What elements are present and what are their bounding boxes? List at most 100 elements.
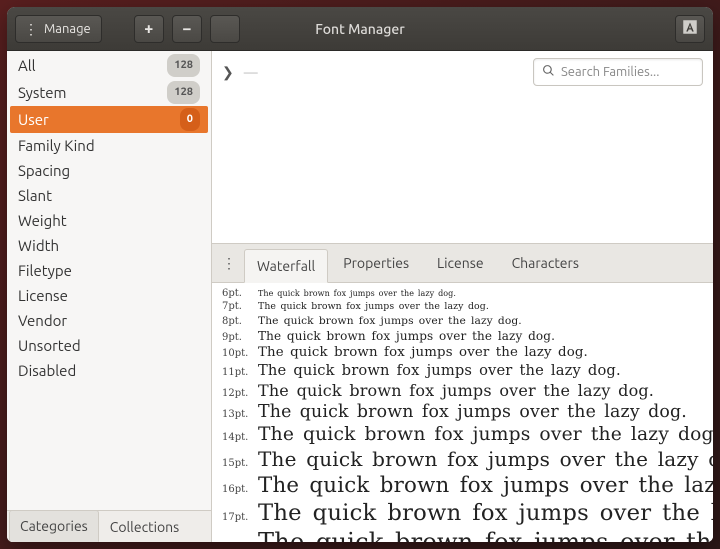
sidebar-tabs: CategoriesCollections bbox=[7, 510, 211, 542]
category-label: Spacing bbox=[18, 160, 70, 181]
waterfall-row: 10pt.The quick brown fox jumps over the … bbox=[212, 344, 713, 361]
waterfall-size-label: 7pt. bbox=[222, 301, 258, 312]
category-item[interactable]: Weight bbox=[10, 208, 208, 233]
remove-button[interactable]: − bbox=[172, 15, 202, 43]
waterfall-row: 12pt.The quick brown fox jumps over the … bbox=[212, 380, 713, 401]
waterfall-row: 7pt.The quick brown fox jumps over the l… bbox=[212, 300, 713, 313]
app-window: ⋮ Manage + − Font Manager bbox=[7, 7, 713, 542]
search-input[interactable] bbox=[561, 65, 713, 79]
category-item[interactable]: User 0 bbox=[10, 106, 208, 133]
category-label: All bbox=[18, 55, 36, 76]
manage-button[interactable]: ⋮ Manage bbox=[15, 15, 102, 43]
preview-tab[interactable]: Properties bbox=[330, 244, 422, 282]
waterfall-sample-text: The quick brown fox jumps over the lazy … bbox=[258, 329, 555, 343]
waterfall-sample-text: The quick brown fox jumps over the lazy … bbox=[258, 528, 713, 542]
category-list: All 128 System 128 User 0 Family Kind Spacing Sl… bbox=[7, 51, 211, 510]
waterfall-row: 6pt.The quick brown fox jumps over the l… bbox=[212, 287, 713, 300]
category-item[interactable]: Disabled bbox=[10, 358, 208, 383]
font-a-icon bbox=[681, 18, 699, 40]
titlebar: ⋮ Manage + − Font Manager bbox=[7, 7, 713, 51]
category-item[interactable]: All 128 bbox=[10, 52, 208, 79]
waterfall-row: 13pt.The quick brown fox jumps over the … bbox=[212, 401, 713, 423]
category-label: License bbox=[18, 285, 68, 306]
waterfall-size-label: 12pt. bbox=[222, 388, 258, 399]
category-label: Vendor bbox=[18, 310, 67, 331]
category-label: Slant bbox=[18, 185, 52, 206]
waterfall-size-label: 10pt. bbox=[222, 348, 258, 359]
waterfall-sample-text: The quick brown fox jumps over the lazy … bbox=[258, 345, 588, 360]
category-item[interactable]: Width bbox=[10, 233, 208, 258]
titlebar-right bbox=[675, 15, 705, 43]
toolbar-group: + − bbox=[134, 15, 240, 43]
search-field[interactable] bbox=[533, 58, 703, 86]
category-item[interactable]: Spacing bbox=[10, 158, 208, 183]
waterfall-row: 16pt.The quick brown fox jumps over the … bbox=[212, 472, 713, 499]
category-label: User bbox=[18, 109, 49, 130]
preview-tab[interactable]: Waterfall bbox=[244, 249, 328, 283]
category-item[interactable]: Family Kind bbox=[10, 133, 208, 158]
waterfall-row: 14pt.The quick brown fox jumps over the … bbox=[212, 423, 713, 446]
grip-icon[interactable]: ⋮ bbox=[220, 244, 238, 282]
add-button[interactable]: + bbox=[134, 15, 164, 43]
category-item[interactable]: Unsorted bbox=[10, 333, 208, 358]
preview-tabbar: ⋮ WaterfallPropertiesLicenseCharacters bbox=[212, 243, 713, 283]
category-label: System bbox=[18, 82, 67, 103]
category-label: Family Kind bbox=[18, 135, 95, 156]
waterfall-sample-text: The quick brown fox jumps over the lazy … bbox=[258, 500, 713, 526]
waterfall-sample-text: The quick brown fox jumps over the lazy … bbox=[258, 381, 654, 400]
menu-icon: ⋮ bbox=[24, 22, 38, 36]
waterfall-size-label: 15pt. bbox=[222, 458, 258, 469]
waterfall-size-label: 11pt. bbox=[222, 367, 258, 378]
content-area: All 128 System 128 User 0 Family Kind Spacing Sl… bbox=[7, 51, 713, 542]
font-preview-button[interactable] bbox=[675, 15, 705, 43]
breadcrumb-placeholder: — bbox=[244, 64, 258, 80]
waterfall-row: 9pt.The quick brown fox jumps over the l… bbox=[212, 328, 713, 344]
waterfall-size-label: 6pt. bbox=[222, 288, 258, 299]
waterfall-sample-text: The quick brown fox jumps over the lazy … bbox=[258, 473, 713, 498]
family-view-empty bbox=[212, 93, 713, 243]
category-count-badge: 128 bbox=[167, 81, 200, 104]
category-item[interactable]: System 128 bbox=[10, 79, 208, 106]
category-item[interactable]: License bbox=[10, 283, 208, 308]
browser-bar: ❯ — bbox=[212, 51, 713, 93]
waterfall-sample-text: The quick brown fox jumps over the lazy … bbox=[258, 402, 687, 422]
waterfall-row: 17pt.The quick brown fox jumps over the … bbox=[212, 499, 713, 527]
category-label: Unsorted bbox=[18, 335, 81, 356]
waterfall-size-label: 8pt. bbox=[222, 316, 258, 327]
search-icon bbox=[542, 63, 555, 81]
category-label: Weight bbox=[18, 210, 67, 231]
category-item[interactable]: Filetype bbox=[10, 258, 208, 283]
waterfall-sample-text: The quick brown fox jumps over the lazy … bbox=[258, 314, 522, 327]
sidebar-tab[interactable]: Categories bbox=[9, 510, 99, 542]
category-item[interactable]: Vendor bbox=[10, 308, 208, 333]
waterfall-row: 18pt.The quick brown fox jumps over the … bbox=[212, 527, 713, 542]
waterfall-row: 8pt.The quick brown fox jumps over the l… bbox=[212, 313, 713, 328]
plus-icon: + bbox=[144, 20, 153, 38]
preview-tab[interactable]: Characters bbox=[499, 244, 592, 282]
category-item[interactable]: Slant bbox=[10, 183, 208, 208]
category-label: Filetype bbox=[18, 260, 72, 281]
settings-button[interactable] bbox=[210, 15, 240, 43]
sidebar-tab[interactable]: Collections bbox=[99, 511, 191, 542]
waterfall-size-label: 14pt. bbox=[222, 432, 258, 443]
waterfall-size-label: 16pt. bbox=[222, 484, 258, 495]
category-count-badge: 0 bbox=[180, 108, 200, 131]
category-count-badge: 128 bbox=[167, 54, 200, 77]
breadcrumb-expand[interactable]: ❯ bbox=[222, 64, 234, 81]
category-label: Width bbox=[18, 235, 59, 256]
main-pane: ❯ — ⋮ WaterfallPropertiesLicenseCharacte… bbox=[212, 51, 713, 542]
preview-tab[interactable]: License bbox=[424, 244, 497, 282]
waterfall-view: 6pt.The quick brown fox jumps over the l… bbox=[212, 283, 713, 542]
waterfall-sample-text: The quick brown fox jumps over the lazy … bbox=[258, 447, 713, 471]
waterfall-size-label: 17pt. bbox=[222, 512, 258, 523]
waterfall-row: 15pt.The quick brown fox jumps over the … bbox=[212, 446, 713, 472]
waterfall-sample-text: The quick brown fox jumps over the lazy … bbox=[258, 424, 713, 445]
window-title: Font Manager bbox=[315, 21, 405, 37]
waterfall-size-label: 13pt. bbox=[222, 409, 258, 420]
waterfall-size-label: 9pt. bbox=[222, 332, 258, 343]
category-label: Disabled bbox=[18, 360, 76, 381]
manage-label: Manage bbox=[44, 22, 91, 36]
sidebar: All 128 System 128 User 0 Family Kind Spacing Sl… bbox=[7, 51, 212, 542]
waterfall-sample-text: The quick brown fox jumps over the lazy … bbox=[258, 301, 489, 312]
waterfall-sample-text: The quick brown fox jumps over the lazy … bbox=[258, 362, 621, 379]
